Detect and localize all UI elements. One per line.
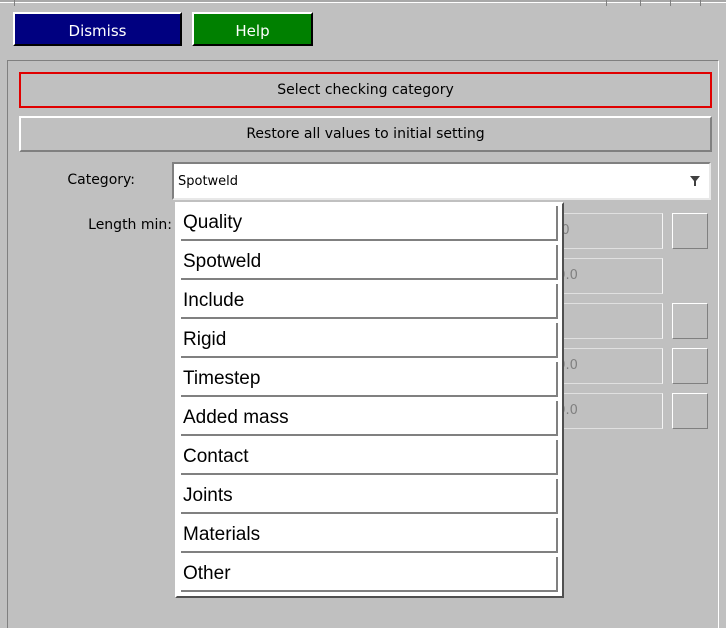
top-divider (14, 0, 15, 6)
top-divider (640, 0, 641, 6)
dropdown-option-added-mass[interactable]: Added mass (181, 401, 558, 436)
option-button[interactable] (672, 303, 708, 339)
top-divider (700, 0, 701, 6)
dropdown-option-timestep[interactable]: Timestep (181, 362, 558, 397)
length-min-label: Length min: (88, 217, 172, 233)
select-checking-category-button[interactable]: Select checking category (19, 72, 712, 108)
category-dropdown-list: Quality Spotweld Include Rigid Timestep … (175, 202, 564, 598)
help-button[interactable]: Help (192, 12, 313, 46)
dismiss-button[interactable]: Dismiss (13, 12, 182, 46)
category-select-value: Spotweld (178, 174, 239, 189)
category-select[interactable]: Spotweld (172, 162, 711, 200)
option-button[interactable] (672, 348, 708, 384)
dropdown-option-contact[interactable]: Contact (181, 440, 558, 475)
window-top-edge (0, 0, 726, 3)
option-button[interactable] (672, 393, 708, 429)
dropdown-option-spotweld[interactable]: Spotweld (181, 245, 558, 280)
dropdown-option-rigid[interactable]: Rigid (181, 323, 558, 358)
dropdown-option-other[interactable]: Other (181, 557, 558, 592)
dropdown-option-quality[interactable]: Quality (181, 206, 558, 241)
dropdown-option-joints[interactable]: Joints (181, 479, 558, 514)
filter-funnel-icon (689, 164, 701, 202)
option-button[interactable] (672, 213, 708, 249)
restore-initial-settings-button[interactable]: Restore all values to initial setting (19, 116, 712, 152)
dropdown-option-materials[interactable]: Materials (181, 518, 558, 553)
top-divider (606, 0, 607, 6)
dropdown-option-include[interactable]: Include (181, 284, 558, 319)
top-divider (670, 0, 671, 6)
category-label: Category: (67, 172, 135, 188)
